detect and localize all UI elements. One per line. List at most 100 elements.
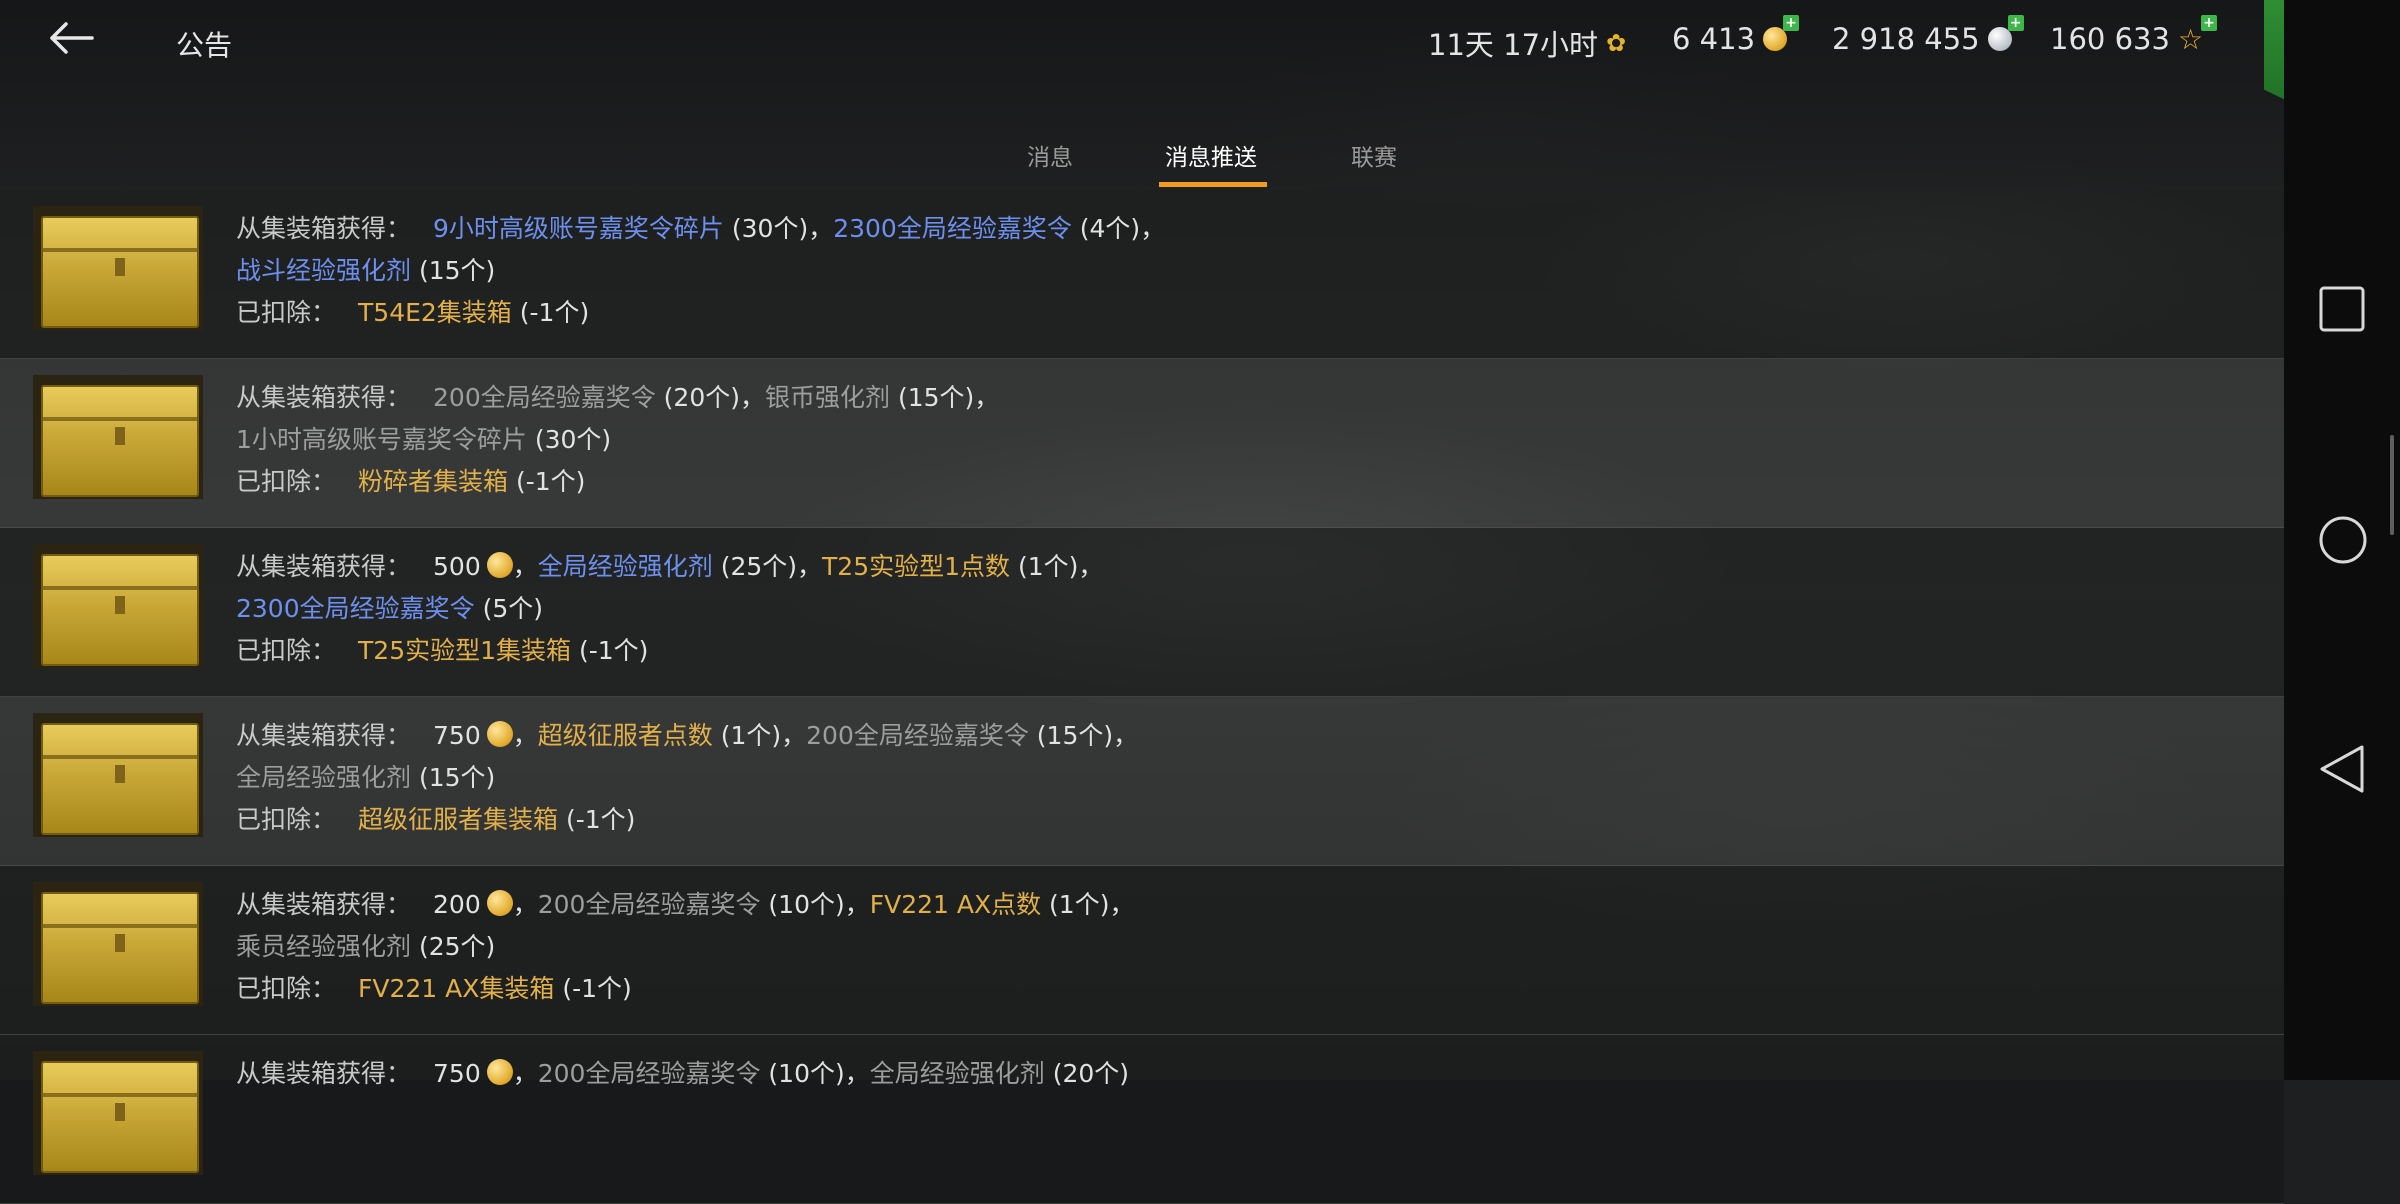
reward-item: (1个)， — [712, 721, 807, 750]
back-arrow-icon[interactable] — [48, 18, 104, 66]
reward-line: 从集装箱获得： 9小时高级账号嘉奖令碎片 (30个)，2300全局经验嘉奖令 (4… — [236, 208, 1165, 250]
obtained-label: 从集装箱获得： — [236, 721, 412, 750]
tab-push-messages[interactable]: 消息推送 — [1165, 138, 1257, 172]
reward-item: 9小时高级账号嘉奖令碎片 — [433, 214, 724, 243]
reward-line: 战斗经验强化剂 (15个) — [236, 250, 1165, 292]
reward-item: 200全局经验嘉奖令 — [433, 383, 656, 412]
silver-amount: 2 918 455 — [1832, 22, 1980, 56]
gold-coin-icon — [486, 552, 513, 578]
recents-square-icon[interactable] — [2318, 285, 2366, 337]
gold-coin-icon: + — [1763, 15, 1800, 51]
message-text: 从集装箱获得： 200 ，200全局经验嘉奖令 (10个)，FV221 AX点数 (… — [236, 884, 1134, 1010]
add-free-xp-icon[interactable]: + — [2201, 14, 2218, 31]
reward-item: (15个)， — [1028, 721, 1139, 750]
reward-item: 750 — [433, 721, 481, 750]
gold-coin-icon — [486, 890, 513, 916]
reward-item: 200 — [433, 890, 481, 919]
removed-count: (-1个) — [554, 974, 632, 1003]
container-chest-icon — [33, 206, 203, 330]
premium-laurel-icon: ✿ — [1606, 29, 1627, 57]
gold-balance[interactable]: 6 413 + — [1672, 15, 1800, 56]
removed-count: (-1个) — [508, 467, 586, 496]
removed-count: (-1个) — [511, 298, 590, 327]
removed-line: 已扣除： T54E2集装箱 (-1个) — [236, 292, 1165, 334]
reward-item: 500 — [433, 552, 481, 581]
free-xp-balance[interactable]: 160 633 ☆ + — [2050, 14, 2218, 56]
message-row: 从集装箱获得： 500 ，全局经验强化剂 (25个)，T25实验型1点数 (1个)，… — [0, 528, 2284, 697]
reward-item: FV221 AX点数 — [869, 890, 1042, 919]
message-list: 从集装箱获得： 9小时高级账号嘉奖令碎片 (30个) ， 2300全局经验嘉奖令 (4… — [0, 190, 2284, 1204]
removed-label: 已扣除： — [236, 298, 337, 327]
reward-line: 从集装箱获得： 500 ，全局经验强化剂 (25个)，T25实验型1点数 (1个)， — [236, 546, 1103, 588]
reward-item: ， — [512, 552, 538, 581]
removed-line: 已扣除： 粉碎者集装箱 (-1个) — [236, 461, 999, 503]
reward-line: 1小时高级账号嘉奖令碎片 (30个) — [236, 419, 999, 461]
reward-line: 2300全局经验嘉奖令 (5个) — [236, 588, 1103, 630]
obtained-label: 从集装箱获得： — [236, 552, 412, 581]
reward-item: (30个) — [526, 425, 612, 454]
chest-graphic — [41, 385, 199, 497]
reward-item: 乘员经验强化剂 — [236, 932, 412, 961]
silver-balance[interactable]: 2 918 455 + — [1832, 15, 2024, 56]
removed-label: 已扣除： — [236, 467, 337, 496]
chest-graphic — [41, 892, 199, 1004]
chest-graphic — [41, 1061, 199, 1173]
reward-item: 2300全局经验嘉奖令 — [236, 594, 475, 623]
message-row: 从集装箱获得： 9小时高级账号嘉奖令碎片 (30个)，2300全局经验嘉奖令 (4… — [0, 190, 2284, 359]
home-circle-icon[interactable] — [2318, 515, 2368, 569]
reward-item: 全局经验强化剂 — [537, 552, 713, 581]
free-xp-star-icon: ☆ + — [2178, 14, 2218, 56]
reward-item: (5个) — [474, 594, 543, 623]
reward-line: 从集装箱获得： 200 ，200全局经验嘉奖令 (10个)，FV221 AX点数 (… — [236, 884, 1134, 926]
reward-line: 全局经验强化剂 (15个) — [236, 757, 1138, 799]
removed-container-name: T54E2集装箱 — [358, 298, 512, 327]
message-row: 从集装箱获得： 750 ，200全局经验嘉奖令 (10个)，全局经验强化剂 (20个… — [0, 1035, 2284, 1204]
page-title: 公告 — [176, 29, 233, 62]
add-gold-icon[interactable]: + — [1783, 15, 1800, 31]
reward-item: (1个)， — [1010, 552, 1104, 581]
reward-item: 2300全局经验嘉奖令 — [833, 214, 1072, 243]
reward-line: 从集装箱获得： 750 ，超级征服者点数 (1个)，200全局经验嘉奖令 (15个)… — [236, 715, 1138, 757]
message-text: 从集装箱获得： 500 ，全局经验强化剂 (25个)，T25实验型1点数 (1个)，… — [236, 546, 1103, 672]
reward-item: (20个) — [1044, 1059, 1130, 1088]
reward-item: ， — [512, 1059, 538, 1088]
scrollbar[interactable] — [2390, 435, 2394, 535]
tab-messages[interactable]: 消息 — [1027, 138, 1073, 172]
removed-container-name: 超级征服者集装箱 — [358, 805, 559, 834]
reward-item: 全局经验强化剂 — [869, 1059, 1045, 1088]
reward-item: T25实验型1点数 — [822, 552, 1011, 581]
reward-item: 750 — [433, 1059, 481, 1088]
system-nav-bar — [2284, 0, 2400, 1080]
container-chest-icon — [33, 1051, 203, 1175]
reward-line: 乘员经验强化剂 (25个) — [236, 926, 1134, 968]
reward-item: 200全局经验嘉奖令 — [806, 721, 1029, 750]
message-row: 从集装箱获得： 750 ，超级征服者点数 (1个)，200全局经验嘉奖令 (15个)… — [0, 697, 2284, 866]
gold-coin-icon — [486, 1059, 513, 1085]
gold-coin-icon — [486, 721, 513, 747]
active-tab-indicator — [1159, 182, 1267, 187]
reward-item: 全局经验强化剂 — [236, 763, 412, 792]
chest-graphic — [41, 216, 199, 328]
removed-container-name: FV221 AX集装箱 — [358, 974, 555, 1003]
removed-line: 已扣除： T25实验型1集装箱 (-1个) — [236, 630, 1103, 672]
reward-item: (25个)， — [712, 552, 823, 581]
reward-item: 银币强化剂 — [765, 383, 891, 412]
chest-graphic — [41, 554, 199, 666]
removed-line: 已扣除： FV221 AX集装箱 (-1个) — [236, 968, 1134, 1010]
reward-item: (4个)， — [1071, 214, 1166, 243]
tab-league[interactable]: 联赛 — [1351, 138, 1397, 172]
reward-item: 200全局经验嘉奖令 — [537, 1059, 761, 1088]
reward-item: 超级征服者点数 — [537, 721, 713, 750]
back-triangle-icon[interactable] — [2318, 744, 2366, 798]
silver-coin-icon: + — [1987, 15, 2024, 51]
removed-line: 已扣除： 超级征服者集装箱 (-1个) — [236, 799, 1138, 841]
top-bar: 公告 11天 17小时 ✿ 6 413 + 2 918 455 + 160 63… — [0, 0, 2284, 190]
container-chest-icon — [33, 375, 203, 499]
premium-timer[interactable]: 11天 17小时 ✿ — [1428, 22, 1626, 64]
container-chest-icon — [33, 544, 203, 668]
add-silver-icon[interactable]: + — [2007, 15, 2024, 31]
removed-count: (-1个) — [558, 805, 636, 834]
reward-line: 从集装箱获得： 750 ，200全局经验嘉奖令 (10个)，全局经验强化剂 (20个… — [236, 1053, 1129, 1095]
reward-item: (15个) — [411, 256, 496, 285]
container-chest-icon — [33, 882, 203, 1006]
